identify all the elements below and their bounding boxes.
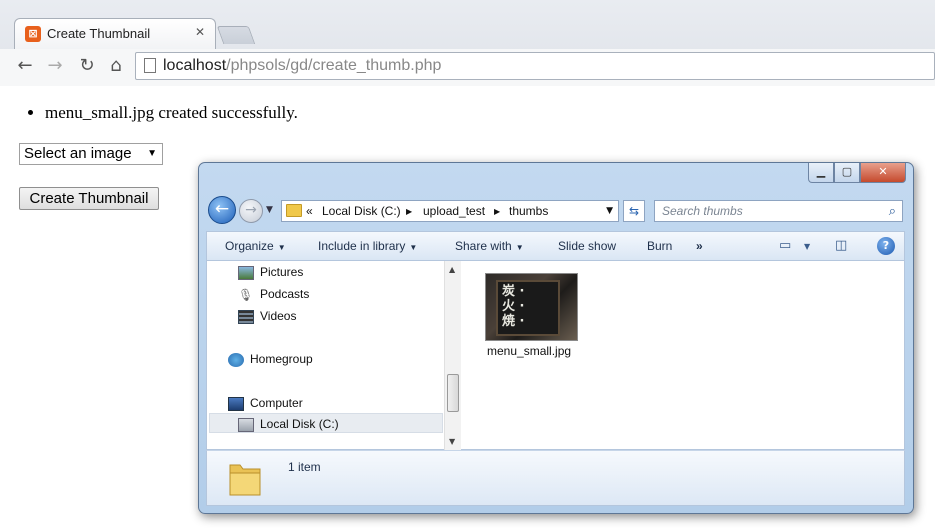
more-commands-button[interactable]: » (696, 239, 703, 253)
nav-item-homegroup[interactable]: Homegroup (228, 352, 313, 367)
burn-button[interactable]: Burn (647, 239, 672, 253)
search-placeholder: Search thumbs (662, 204, 743, 218)
videos-icon (238, 310, 254, 324)
nav-item-podcasts[interactable]: 🎙 Podcasts (238, 287, 309, 302)
refresh-icon[interactable]: ⇆ (623, 200, 645, 222)
explorer-forward-icon[interactable]: → (239, 199, 263, 223)
tab-title: Create Thumbnail (47, 26, 151, 41)
nav-item-videos[interactable]: Videos (238, 309, 296, 324)
new-tab-button[interactable] (216, 26, 256, 44)
breadcrumb-arrow-icon[interactable]: ▶ (494, 207, 500, 216)
maximize-icon[interactable]: ▢ (834, 163, 860, 183)
reload-icon[interactable]: ↻ (76, 55, 98, 77)
share-with-menu[interactable]: Share with ▼ (455, 239, 524, 253)
breadcrumb-overflow-icon[interactable]: « (306, 204, 313, 218)
create-thumbnail-button[interactable]: Create Thumbnail (19, 187, 159, 210)
browser-toolbar: ← → ↻ ⌂ localhost/phpsols/gd/create_thum… (0, 49, 935, 86)
preview-pane-icon[interactable]: ◫ (835, 238, 847, 253)
view-dropdown-icon[interactable]: ▼ (804, 242, 810, 251)
folder-icon (229, 464, 261, 496)
success-message: menu_small.jpg created successfully. (45, 103, 298, 123)
breadcrumb-upload-test[interactable]: upload_test (423, 204, 485, 218)
page-icon (144, 58, 156, 73)
podcasts-icon: 🎙 (238, 288, 254, 302)
navigation-pane: Pictures 🎙 Podcasts Videos Homegroup Com… (207, 261, 461, 450)
help-icon[interactable]: ? (877, 237, 895, 255)
browser-frame: ⊠ Create Thumbnail ✕ ← → ↻ ⌂ localhost/p… (0, 0, 935, 86)
forward-arrow-icon[interactable]: → (44, 55, 66, 77)
scroll-thumb[interactable] (447, 374, 459, 412)
change-view-icon[interactable]: ▭ (779, 238, 791, 253)
breadcrumb-arrow-icon[interactable]: ▶ (406, 207, 412, 216)
image-select-value: Select an image (24, 145, 132, 162)
history-dropdown-icon[interactable]: ▼ (266, 205, 273, 215)
home-icon[interactable]: ⌂ (105, 55, 127, 77)
slide-show-button[interactable]: Slide show (558, 239, 616, 253)
address-bar[interactable]: localhost/phpsols/gd/create_thumb.php (135, 52, 935, 80)
explorer-content: Pictures 🎙 Podcasts Videos Homegroup Com… (206, 261, 905, 450)
back-arrow-icon[interactable]: ← (14, 55, 36, 77)
thumbnail-image: 炭 · 火 · 焼 · (496, 280, 560, 336)
file-name[interactable]: menu_small.jpg (487, 344, 571, 358)
homegroup-icon (228, 353, 244, 367)
address-dropdown-icon[interactable]: ▼ (606, 206, 613, 216)
close-icon[interactable]: ✕ (860, 163, 906, 183)
include-in-library-menu[interactable]: Include in library ▼ (318, 239, 417, 253)
image-select[interactable]: Select an image ▼ (19, 143, 163, 165)
details-pane: 1 item (206, 450, 905, 506)
minimize-icon[interactable]: ▁ (808, 163, 834, 183)
command-bar: Organize ▼ Include in library ▼ Share with… (206, 231, 905, 261)
computer-icon (228, 397, 244, 411)
folder-icon (286, 204, 302, 217)
url-text: localhost/phpsols/gd/create_thumb.php (163, 57, 442, 74)
xampp-favicon-icon: ⊠ (25, 26, 41, 42)
search-input[interactable]: Search thumbs ⌕ (654, 200, 903, 222)
message-list: menu_small.jpg created successfully. (45, 103, 298, 123)
local-disk-icon (238, 418, 254, 432)
breadcrumb-local-disk[interactable]: Local Disk (C:) (322, 204, 401, 218)
nav-item-computer[interactable]: Computer (228, 396, 303, 411)
explorer-window: ▁ ▢ ✕ ← → ▼ « Local Disk (C:) ▶ upload_t… (198, 162, 914, 514)
file-list: 炭 · 火 · 焼 · menu_small.jpg (462, 261, 906, 450)
tab-close-icon[interactable]: ✕ (195, 25, 205, 39)
item-count: 1 item (288, 460, 321, 474)
explorer-back-icon[interactable]: ← (208, 196, 236, 224)
nav-item-pictures[interactable]: Pictures (238, 265, 303, 280)
file-thumbnail[interactable]: 炭 · 火 · 焼 · (485, 273, 578, 341)
search-icon[interactable]: ⌕ (889, 204, 896, 219)
scroll-down-icon[interactable]: ▼ (449, 437, 455, 446)
dropdown-arrow-icon: ▼ (147, 148, 157, 159)
nav-item-local-disk[interactable]: Local Disk (C:) (238, 417, 339, 432)
window-controls: ▁ ▢ ✕ (808, 163, 906, 183)
tab-create-thumbnail[interactable]: ⊠ Create Thumbnail ✕ (14, 18, 216, 49)
breadcrumb-thumbs[interactable]: thumbs (509, 204, 548, 218)
nav-scrollbar[interactable]: ▲ ▼ (444, 261, 461, 450)
explorer-address-bar[interactable]: « Local Disk (C:) ▶ upload_test ▶ thumbs… (281, 200, 619, 222)
organize-menu[interactable]: Organize ▼ (225, 239, 286, 253)
pictures-icon (238, 266, 254, 280)
scroll-up-icon[interactable]: ▲ (449, 265, 455, 274)
